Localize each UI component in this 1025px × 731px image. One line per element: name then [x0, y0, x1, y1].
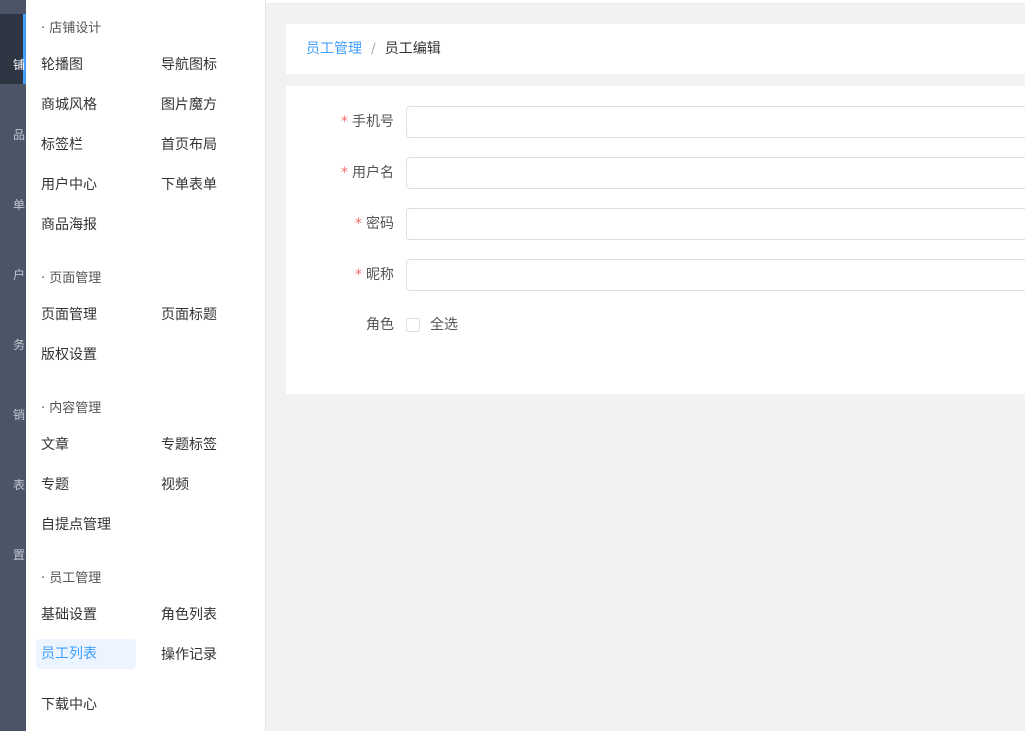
- nickname-label-text: 昵称: [366, 267, 394, 283]
- main-nav-rail: 铺 品 单 户 务 销 表 置: [0, 0, 26, 731]
- menu-item-carousel[interactable]: 轮播图: [26, 50, 83, 80]
- role-label: 角色: [366, 317, 394, 333]
- main-nav-item-reports[interactable]: 表: [13, 476, 25, 490]
- group-title-content-management: · 内容管理: [41, 401, 102, 416]
- password-input[interactable]: [406, 208, 1025, 240]
- username-label-text: 用户名: [352, 165, 394, 181]
- staff-edit-form: * 手机号 * 用户名 * 密码 * 昵称 角色 全选: [286, 86, 1025, 394]
- menu-item-pickup-points[interactable]: 自提点管理: [26, 510, 111, 540]
- password-label-text: 密码: [366, 216, 394, 232]
- menu-item-topic-tags[interactable]: 专题标签: [146, 430, 217, 460]
- menu-item-page-title[interactable]: 页面标题: [146, 300, 217, 330]
- required-mark: *: [341, 165, 348, 181]
- breadcrumb: 员工管理 / 员工编辑: [286, 24, 1025, 74]
- main-nav-item-settings[interactable]: 置: [13, 546, 25, 560]
- menu-item-page-management[interactable]: 页面管理: [26, 300, 97, 330]
- username-input[interactable]: [406, 157, 1025, 189]
- menu-item-download-center[interactable]: 下载中心: [26, 690, 97, 720]
- menu-item-staff-list[interactable]: 员工列表: [36, 639, 136, 669]
- breadcrumb-current: 员工编辑: [384, 41, 441, 57]
- nickname-input[interactable]: [406, 259, 1025, 291]
- breadcrumb-link-staff-management[interactable]: 员工管理: [306, 41, 362, 57]
- phone-label-text: 手机号: [352, 114, 394, 130]
- menu-item-copyright[interactable]: 版权设置: [26, 340, 97, 370]
- required-mark: *: [355, 267, 362, 283]
- secondary-menu: · 店铺设计 轮播图 导航图标 商城风格 图片魔方 标签栏 首页布局 用户中心 …: [26, 0, 266, 731]
- menu-item-order-form[interactable]: 下单表单: [146, 170, 217, 200]
- main-nav-item-marketing[interactable]: 销: [13, 406, 25, 420]
- menu-item-user-center[interactable]: 用户中心: [26, 170, 97, 200]
- menu-item-mall-style[interactable]: 商城风格: [26, 90, 97, 120]
- menu-item-article[interactable]: 文章: [26, 430, 69, 460]
- username-label: * 用户名: [341, 157, 394, 189]
- menu-item-operation-log[interactable]: 操作记录: [146, 640, 217, 670]
- form-row-phone: * 手机号: [286, 106, 1025, 138]
- main-nav-item-goods[interactable]: 品: [13, 126, 25, 140]
- select-all-label[interactable]: 全选: [430, 309, 458, 341]
- menu-item-image-cube[interactable]: 图片魔方: [146, 90, 217, 120]
- password-label: * 密码: [355, 208, 394, 240]
- main-nav-item-orders[interactable]: 单: [13, 196, 25, 210]
- group-title-page-management: · 页面管理: [41, 271, 102, 286]
- form-row-username: * 用户名: [286, 157, 1025, 189]
- menu-item-goods-poster[interactable]: 商品海报: [26, 210, 97, 240]
- form-row-nickname: * 昵称: [286, 259, 1025, 291]
- menu-item-home-layout[interactable]: 首页布局: [146, 130, 217, 160]
- required-mark: *: [341, 114, 348, 130]
- menu-item-tab-bar[interactable]: 标签栏: [26, 130, 83, 160]
- form-row-password: * 密码: [286, 208, 1025, 240]
- phone-label: * 手机号: [341, 106, 394, 138]
- main-nav-item-service[interactable]: 务: [13, 336, 25, 350]
- menu-item-role-list[interactable]: 角色列表: [146, 600, 217, 630]
- menu-item-nav-icons[interactable]: 导航图标: [146, 50, 217, 80]
- form-row-role: 角色 全选: [286, 309, 1025, 341]
- select-all-checkbox[interactable]: [406, 318, 420, 332]
- main-nav-item-users[interactable]: 户: [13, 266, 25, 280]
- group-title-staff-management: · 员工管理: [41, 571, 102, 586]
- main-nav-item-store[interactable]: 铺: [13, 56, 25, 70]
- menu-item-topic[interactable]: 专题: [26, 470, 69, 500]
- phone-input[interactable]: [406, 106, 1025, 138]
- menu-item-video[interactable]: 视频: [146, 470, 189, 500]
- top-bar: [266, 0, 1025, 4]
- required-mark: *: [355, 216, 362, 232]
- breadcrumb-separator: /: [371, 41, 376, 57]
- nickname-label: * 昵称: [355, 259, 394, 291]
- group-title-store-design: · 店铺设计: [41, 21, 102, 36]
- menu-item-basic-settings[interactable]: 基础设置: [26, 600, 97, 630]
